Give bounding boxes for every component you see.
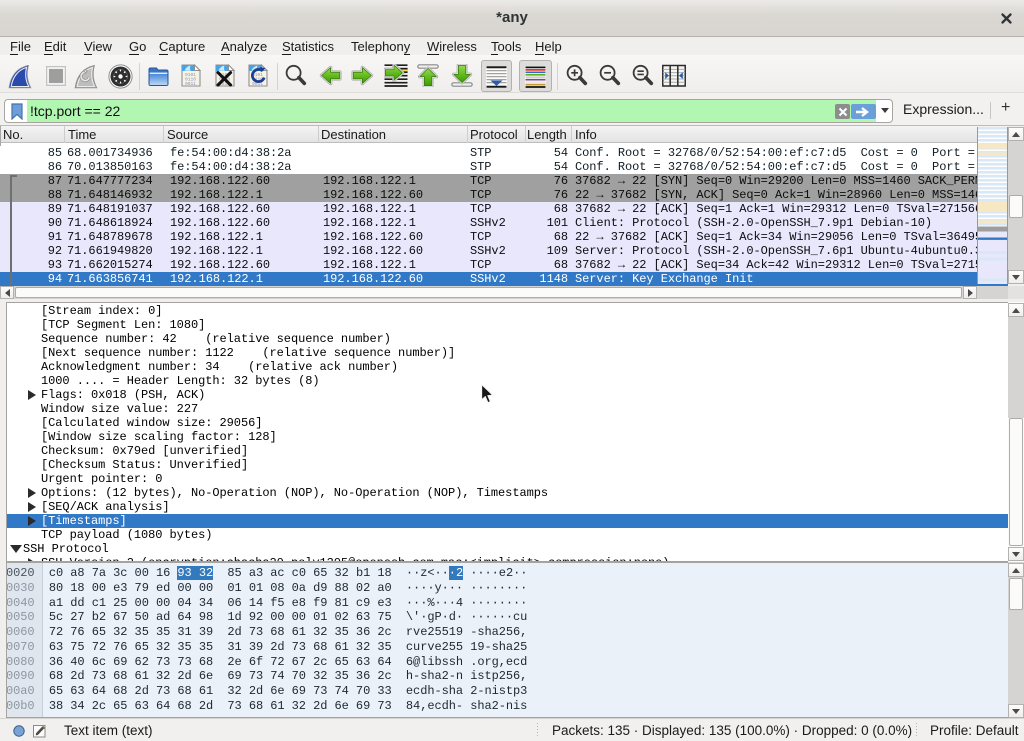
svg-text:0011: 0011 — [185, 81, 196, 87]
